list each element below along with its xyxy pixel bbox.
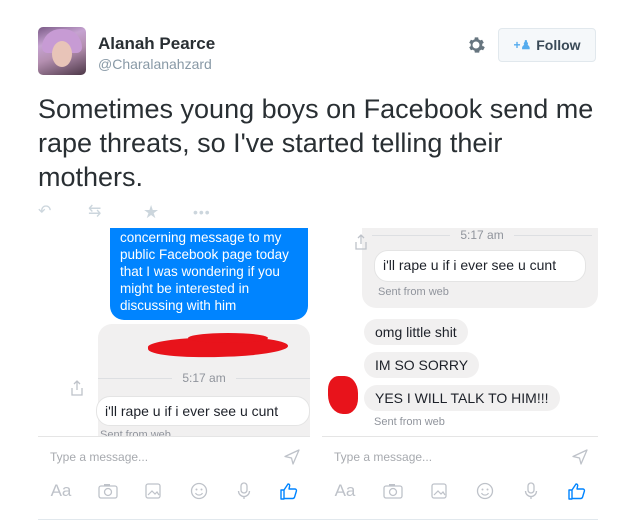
send-icon[interactable] <box>572 449 588 465</box>
divider <box>513 234 593 236</box>
send-icon[interactable] <box>284 449 300 465</box>
message-composer: Type a message... Aa <box>322 436 598 512</box>
redaction-scribble-top <box>188 333 268 343</box>
reply-icon[interactable]: ↶ <box>38 203 51 221</box>
follow-person-icon: +♟ <box>513 38 532 52</box>
format-button[interactable]: Aa <box>48 480 74 502</box>
thumbs-up-icon[interactable] <box>278 480 300 502</box>
message-input[interactable]: Type a message... <box>50 450 148 464</box>
timestamp: 5:17 am <box>460 228 504 242</box>
right-screenshot: 5:17 am i'll rape u if i ever see u cunt… <box>322 228 598 438</box>
timestamp: 5:17 am <box>182 371 226 385</box>
follow-button[interactable]: +♟ Follow <box>498 28 596 62</box>
divider <box>38 519 598 520</box>
more-icon[interactable]: ••• <box>193 203 211 221</box>
camera-icon[interactable] <box>382 480 404 502</box>
tweet-text: Sometimes young boys on Facebook send me… <box>38 94 594 192</box>
mic-icon[interactable] <box>233 480 255 502</box>
camera-icon[interactable] <box>97 480 119 502</box>
thumbs-up-icon[interactable] <box>566 480 588 502</box>
threat-message: i'll rape u if i ever see u cunt <box>374 250 586 282</box>
gear-icon[interactable] <box>466 35 486 55</box>
timestamp-row: 5:17 am <box>98 371 310 385</box>
reply-message: YES I WILL TALK TO HIM!!! <box>364 385 560 411</box>
sticker-icon[interactable] <box>474 480 496 502</box>
message-input[interactable]: Type a message... <box>334 450 432 464</box>
author-name[interactable]: Alanah Pearce <box>98 34 215 54</box>
divider <box>372 234 451 236</box>
message-composer: Type a message... Aa <box>38 436 310 512</box>
share-icon[interactable] <box>354 234 368 250</box>
divider <box>98 377 173 379</box>
retweet-icon[interactable]: ⇆ <box>88 203 101 221</box>
left-screenshot: concerning message to my public Facebook… <box>38 228 310 438</box>
gallery-icon[interactable] <box>428 480 450 502</box>
author-handle[interactable]: @Charalanahzard <box>98 56 212 72</box>
timestamp-row: 5:17 am <box>372 228 593 242</box>
gallery-icon[interactable] <box>142 480 164 502</box>
reply-message: IM SO SORRY <box>364 352 480 378</box>
format-button[interactable]: Aa <box>332 480 358 502</box>
composer-tools: Aa <box>48 480 300 502</box>
mic-icon[interactable] <box>520 480 542 502</box>
sent-from-label: Sent from web <box>374 416 445 428</box>
reply-message: omg little shit <box>364 319 468 345</box>
divider <box>235 377 310 379</box>
sticker-icon[interactable] <box>188 480 210 502</box>
composer-tools: Aa <box>332 480 588 502</box>
author-avatar[interactable] <box>38 27 86 75</box>
sent-from-label: Sent from web <box>378 286 449 298</box>
share-icon[interactable] <box>70 380 84 396</box>
blue-message-bubble: concerning message to my public Facebook… <box>110 228 308 320</box>
like-star-icon[interactable]: ★ <box>143 203 159 221</box>
redacted-avatar <box>328 376 358 414</box>
avatar-face <box>52 41 72 67</box>
threat-message: i'll rape u if i ever see u cunt <box>96 396 310 426</box>
follow-label: Follow <box>536 37 581 53</box>
